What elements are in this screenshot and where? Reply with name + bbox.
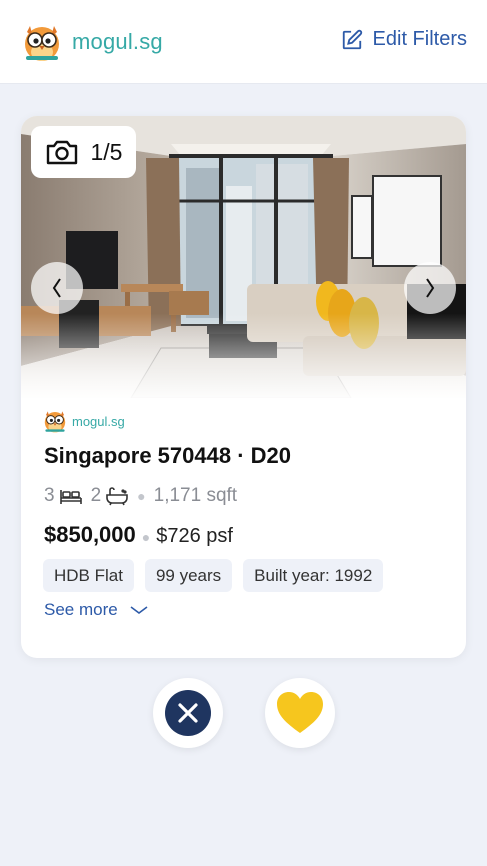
photo-counter: 1/5: [31, 126, 136, 178]
listing-source: mogul.sg: [43, 409, 125, 433]
chevron-right-icon: [426, 278, 435, 298]
edit-filters-button[interactable]: Edit Filters: [341, 28, 467, 51]
price-row: $850,000 ● $726 psf: [44, 522, 233, 548]
listing-price: $850,000: [44, 522, 136, 547]
listing-photo[interactable]: 1/5: [21, 116, 466, 398]
separator-dot: ●: [137, 488, 146, 504]
edit-filters-label: Edit Filters: [372, 28, 467, 50]
brand-name: mogul.sg: [72, 29, 163, 54]
reject-button[interactable]: [153, 678, 223, 748]
photo-counter-text: 1/5: [90, 138, 123, 165]
owl-logo-icon: [25, 26, 59, 61]
previous-photo-button[interactable]: [31, 262, 83, 314]
bathtub-icon: [106, 487, 128, 506]
app-header: mogul.sg Edit Filters: [0, 0, 487, 84]
tag-built-year: Built year: 1992: [243, 559, 384, 592]
listing-source-brand: mogul.sg: [72, 413, 125, 429]
separator-dot: ●: [141, 529, 151, 545]
listing-specs: 3 2 ● 1,171 sqft: [44, 485, 237, 507]
bedroom-count: 3: [44, 485, 55, 506]
chevron-left-icon: [52, 278, 61, 298]
owl-logo-icon: [44, 411, 66, 433]
bathroom-count: 2: [90, 485, 102, 506]
like-button[interactable]: [265, 678, 335, 748]
see-more-label: See more: [44, 600, 118, 619]
price-per-sqft: $726 psf: [156, 525, 233, 547]
camera-icon: [46, 140, 77, 165]
close-icon: [165, 690, 211, 736]
tag-tenure: 99 years: [144, 559, 233, 592]
listing-card[interactable]: 1/5 mogul.sg Singapore 570448 · D20 3 2 …: [21, 116, 466, 658]
brand-logo[interactable]: mogul.sg: [22, 22, 163, 62]
edit-icon: [342, 29, 362, 49]
chevron-down-icon: [130, 606, 148, 614]
floor-area: 1,171 sqft: [153, 485, 238, 506]
bed-icon: [59, 490, 82, 504]
listing-tags: HDB Flat 99 years Built year: 1992: [43, 559, 394, 592]
next-photo-button[interactable]: [404, 262, 456, 314]
listing-title: Singapore 570448 · D20: [44, 443, 292, 468]
see-more-button[interactable]: See more: [44, 600, 148, 620]
heart-icon: [277, 692, 323, 733]
tag-property-type: HDB Flat: [43, 559, 134, 592]
